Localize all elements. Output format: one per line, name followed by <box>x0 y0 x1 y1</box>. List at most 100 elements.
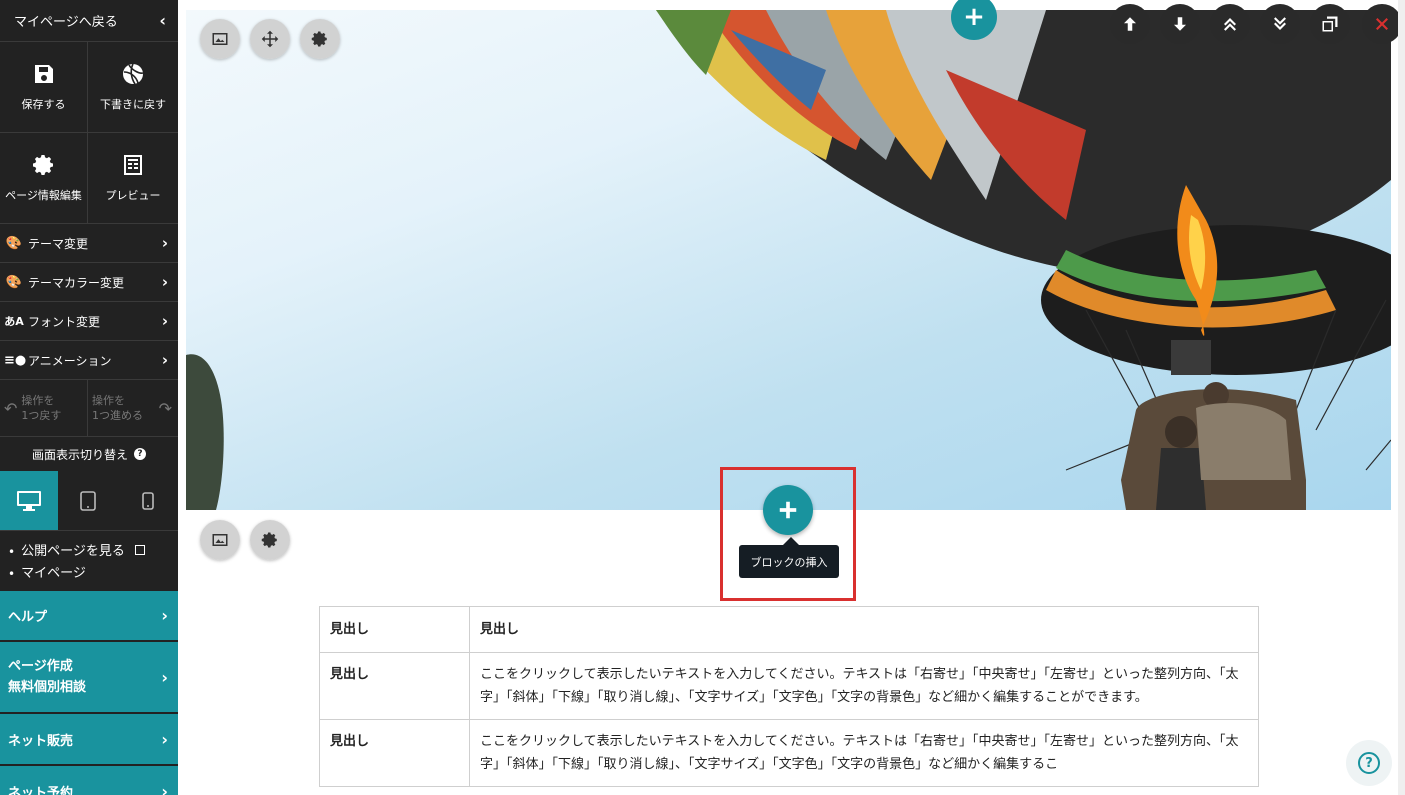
revert-to-draft-label: 下書きに戻す <box>100 98 166 111</box>
basketball-icon <box>123 63 144 85</box>
free-consult-label: 無料個別相談 <box>8 680 87 695</box>
table-header-cell[interactable]: 見出し <box>469 606 1259 653</box>
tablet-icon <box>80 490 96 511</box>
move-down-button[interactable] <box>1160 4 1200 44</box>
palette-icon: 🎨 <box>5 235 23 251</box>
table-cell-heading[interactable]: 見出し <box>319 719 470 787</box>
animation-icon: ≡● <box>4 352 27 368</box>
main-actions-grid: 保存する 下書きに戻す ページ情報編集 プレビュー <box>0 42 178 224</box>
help-menu-item[interactable]: ヘルプ › <box>0 591 178 642</box>
block-settings-button-2[interactable] <box>250 520 290 560</box>
desktop-view-button[interactable] <box>0 471 58 530</box>
double-chevron-down-icon <box>1274 17 1286 30</box>
view-switch-title: 画面表示切り替え ? <box>0 437 178 471</box>
move-up-button[interactable] <box>1110 4 1150 44</box>
editor-sidebar: マイページへ戻る ‹ 保存する 下書きに戻す ページ情報編集 プレビュー 🎨 テー… <box>0 0 178 795</box>
insert-block-tooltip: ブロックの挿入 <box>739 537 839 578</box>
table-row[interactable]: 見出し 見出し <box>319 606 1259 653</box>
mobile-icon <box>142 491 154 510</box>
move-block-button[interactable] <box>250 19 290 59</box>
save-button[interactable]: 保存する <box>0 42 88 133</box>
color-palette-icon: 🎨 <box>5 274 23 290</box>
help-question-icon[interactable]: ? <box>134 448 146 460</box>
copy-icon <box>1322 16 1338 32</box>
gear-icon <box>261 532 277 548</box>
theme-color-menu-item[interactable]: 🎨 テーマカラー変更 › <box>0 263 178 302</box>
chevron-right-icon: › <box>161 606 168 625</box>
content-table[interactable]: 見出し 見出し 見出し ここをクリックして表示したいテキストを入力してください。… <box>319 606 1259 787</box>
plus-icon: + <box>963 2 985 32</box>
hot-air-balloon-image <box>186 10 1391 510</box>
mypage-link-label: マイページ <box>21 566 86 581</box>
help-floating-button[interactable]: ? <box>1346 740 1392 786</box>
chevron-right-icon: › <box>161 351 168 369</box>
animation-menu-item[interactable]: ≡● アニメーション › <box>0 341 178 380</box>
mypage-link[interactable]: マイページ <box>8 563 178 585</box>
chevron-right-icon: › <box>161 312 168 330</box>
sidebar-links: 公開ページを見る マイページ <box>0 531 178 591</box>
change-image-button[interactable] <box>200 19 240 59</box>
undo-redo-row: ↶ 操作を 1つ戻す 操作を 1つ進める ↷ <box>0 380 178 437</box>
insert-block-button[interactable] <box>763 485 813 535</box>
net-sales-menu-item[interactable]: ネット販売 › <box>0 714 178 766</box>
duplicate-block-button[interactable] <box>1310 4 1350 44</box>
net-sales-label: ネット販売 <box>8 733 74 749</box>
undo-button[interactable]: ↶ 操作を 1つ戻す <box>0 380 88 436</box>
arrow-down-icon <box>1174 17 1186 31</box>
redo-arrow-icon: ↷ <box>158 398 172 418</box>
tablet-view-button[interactable] <box>58 471 118 530</box>
undo-label-line1: 操作を <box>21 394 55 407</box>
net-reservation-label: ネット予約 <box>8 785 74 795</box>
chevron-left-icon: ‹ <box>159 11 166 30</box>
back-to-mypage-button[interactable]: マイページへ戻る ‹ <box>0 0 178 42</box>
font-icon: あA <box>4 315 24 328</box>
help-question-icon: ? <box>1358 752 1380 774</box>
public-page-link[interactable]: 公開ページを見る <box>8 541 178 563</box>
save-label: 保存する <box>21 98 66 111</box>
delete-block-button[interactable] <box>1362 4 1402 44</box>
page-info-edit-button[interactable]: ページ情報編集 <box>0 133 88 224</box>
redo-button[interactable]: 操作を 1つ進める ↷ <box>88 380 178 436</box>
chevron-right-icon: › <box>161 729 168 749</box>
mobile-view-button[interactable] <box>118 471 178 530</box>
arrow-up-icon <box>1124 17 1136 31</box>
hero-image-block[interactable] <box>186 10 1391 510</box>
move-arrows-icon <box>261 30 279 48</box>
font-change-label: フォント変更 <box>28 314 101 329</box>
image-icon <box>212 534 228 546</box>
animation-label: アニメーション <box>28 353 112 368</box>
page-creation-consult-menu-item[interactable]: ページ作成 無料個別相談 › <box>0 642 178 714</box>
gear-icon <box>32 155 53 175</box>
close-icon <box>1376 18 1388 30</box>
external-link-icon <box>134 545 145 555</box>
image-icon <box>212 33 228 45</box>
table-row[interactable]: 見出し ここをクリックして表示したいテキストを入力してください。テキストは「右寄… <box>319 719 1259 787</box>
table-cell-heading[interactable]: 見出し <box>319 652 470 720</box>
table-row[interactable]: 見出し ここをクリックして表示したいテキストを入力してください。テキストは「右寄… <box>319 652 1259 720</box>
net-reservation-menu-item[interactable]: ネット予約 › <box>0 766 178 795</box>
table-cell-text[interactable]: ここをクリックして表示したいテキストを入力してください。テキストは「右寄せ」「中… <box>469 719 1259 787</box>
chevron-right-icon: › <box>161 234 168 252</box>
table-cell-text[interactable]: ここをクリックして表示したいテキストを入力してください。テキストは「右寄せ」「中… <box>469 652 1259 720</box>
table-header-cell[interactable]: 見出し <box>319 606 470 653</box>
font-change-menu-item[interactable]: あA フォント変更 › <box>0 302 178 341</box>
preview-label: プレビュー <box>105 189 161 202</box>
redo-label-line1: 操作を <box>92 394 125 407</box>
preview-button[interactable]: プレビュー <box>88 133 178 224</box>
gear-icon <box>311 31 327 47</box>
page-scrollbar[interactable] <box>1398 0 1405 795</box>
undo-arrow-icon: ↶ <box>4 398 18 418</box>
double-chevron-up-icon <box>1224 18 1236 31</box>
move-to-top-button[interactable] <box>1210 4 1250 44</box>
theme-color-label: テーマカラー変更 <box>28 275 125 290</box>
revert-to-draft-button[interactable]: 下書きに戻す <box>88 42 178 133</box>
block-settings-button[interactable] <box>300 19 340 59</box>
save-icon <box>34 65 53 83</box>
move-to-bottom-button[interactable] <box>1260 4 1300 44</box>
change-image-button-2[interactable] <box>200 520 240 560</box>
chevron-right-icon: › <box>161 273 168 291</box>
theme-change-menu-item[interactable]: 🎨 テーマ変更 › <box>0 224 178 263</box>
chevron-right-icon: › <box>161 781 168 795</box>
view-mode-switch <box>0 471 178 531</box>
desktop-icon <box>17 490 41 511</box>
